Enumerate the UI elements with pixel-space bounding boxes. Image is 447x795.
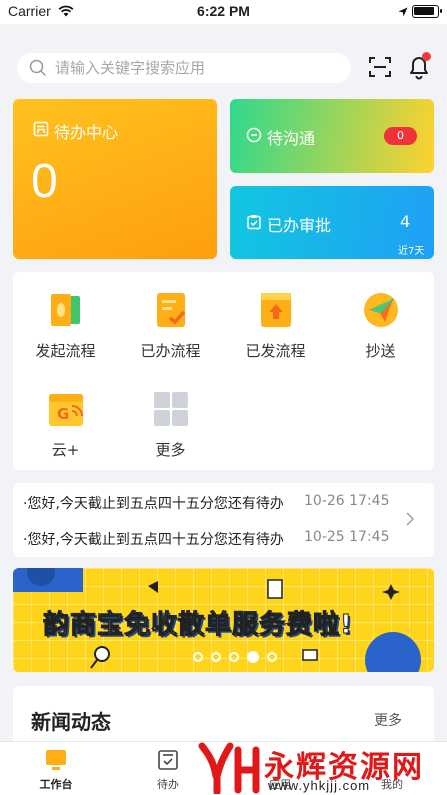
app-label: 已发流程 xyxy=(245,342,306,360)
sent-process-icon xyxy=(256,290,296,330)
communicate-title: 待沟通 xyxy=(246,125,315,149)
news-more-link[interactable]: 更多 xyxy=(374,710,402,730)
pager-dot[interactable] xyxy=(193,652,203,662)
message-text: ·您好,今天截止到五点四十五分您还有待办 xyxy=(23,496,283,512)
app-cloud-plus[interactable]: G 云+ xyxy=(13,389,118,460)
app-done-process[interactable]: 已办流程 xyxy=(118,290,223,361)
todo-center-icon xyxy=(33,121,49,141)
done-process-icon xyxy=(151,290,191,330)
more-grid-icon xyxy=(151,389,191,429)
communicate-badge: 0 xyxy=(384,127,417,145)
search-icon xyxy=(29,59,47,81)
tab-bar: 工作台 待办 应用 我的 xyxy=(0,741,447,795)
news-title: 新闻动态 xyxy=(31,710,111,734)
todo-center-card[interactable]: 待办中心 0 xyxy=(13,99,217,259)
clock: 6:22 PM xyxy=(197,3,250,19)
clipboard-check-icon xyxy=(246,214,262,234)
start-process-icon xyxy=(46,290,86,330)
tab-apps[interactable]: 应用 xyxy=(240,748,320,792)
app-more[interactable]: 更多 xyxy=(118,389,223,460)
chat-bubble-icon xyxy=(246,127,262,147)
search-bar[interactable] xyxy=(17,53,351,83)
app-start-process[interactable]: 发起流程 xyxy=(13,290,118,361)
todo-check-icon xyxy=(156,748,180,772)
approved-card[interactable]: 已办审批 4 近7天 xyxy=(230,186,434,259)
app-label: 已办流程 xyxy=(140,342,201,360)
location-arrow-icon xyxy=(398,5,408,21)
approved-count: 4 xyxy=(400,212,411,231)
pager-dot[interactable] xyxy=(211,652,221,662)
app-sent-process[interactable]: 已发流程 xyxy=(223,290,328,361)
notification-button[interactable] xyxy=(405,52,433,80)
battery-icon xyxy=(412,5,442,18)
pager-dot[interactable] xyxy=(267,652,277,662)
app-label: 发起流程 xyxy=(35,342,96,360)
scan-icon xyxy=(369,57,391,77)
pager-dot-active[interactable] xyxy=(247,651,259,663)
tab-label: 我的 xyxy=(381,778,403,791)
app-label: 抄送 xyxy=(365,342,396,360)
approved-period: 近7天 xyxy=(398,246,425,257)
tab-workbench[interactable]: 工作台 xyxy=(16,748,96,792)
chevron-right-icon[interactable] xyxy=(405,511,415,531)
tab-todo[interactable]: 待办 xyxy=(128,748,208,792)
promo-banner[interactable]: 韵商宝免收散单服务费啦! xyxy=(13,568,434,672)
pager-dot[interactable] xyxy=(229,652,239,662)
banner-pager[interactable] xyxy=(193,651,277,663)
cc-paper-plane-icon xyxy=(361,290,401,330)
approved-label: 已办审批 xyxy=(267,216,332,235)
app-cc[interactable]: 抄送 xyxy=(328,290,433,361)
cloud-plus-icon: G xyxy=(46,389,86,429)
search-input[interactable] xyxy=(55,57,335,79)
message-list[interactable]: ·您好,今天截止到五点四十五分您还有待办 10-26 17:45 ·您好,今天截… xyxy=(13,483,434,557)
svg-text:G: G xyxy=(57,405,69,423)
app-grid: 发起流程 已办流程 已发流程 抄送 G 云+ 更多 xyxy=(13,272,434,470)
todo-center-label: 待办中心 xyxy=(54,123,119,142)
message-time: 10-25 17:45 xyxy=(304,529,390,545)
apps-icon xyxy=(268,748,292,772)
communicate-card[interactable]: 待沟通 0 xyxy=(230,99,434,173)
workbench-icon xyxy=(44,748,68,772)
todo-count: 0 xyxy=(31,155,58,208)
message-time: 10-26 17:45 xyxy=(304,493,390,509)
tab-profile[interactable]: 我的 xyxy=(352,748,432,792)
tab-label: 工作台 xyxy=(39,778,73,791)
scan-button[interactable] xyxy=(368,55,392,79)
communicate-label: 待沟通 xyxy=(267,129,316,148)
todo-center-title: 待办中心 xyxy=(33,119,118,143)
message-text: ·您好,今天截止到五点四十五分您还有待办 xyxy=(23,532,283,548)
app-label: 更多 xyxy=(155,441,186,459)
tab-label: 待办 xyxy=(157,778,179,791)
notification-dot xyxy=(422,52,431,61)
tab-label: 应用 xyxy=(269,778,291,791)
approved-title: 已办审批 xyxy=(246,212,331,236)
banner-headline: 韵商宝免收散单服务费啦! xyxy=(43,610,353,641)
status-bar: Carrier 6:22 PM xyxy=(0,0,447,24)
app-label: 云+ xyxy=(51,441,80,459)
profile-icon xyxy=(380,748,404,772)
